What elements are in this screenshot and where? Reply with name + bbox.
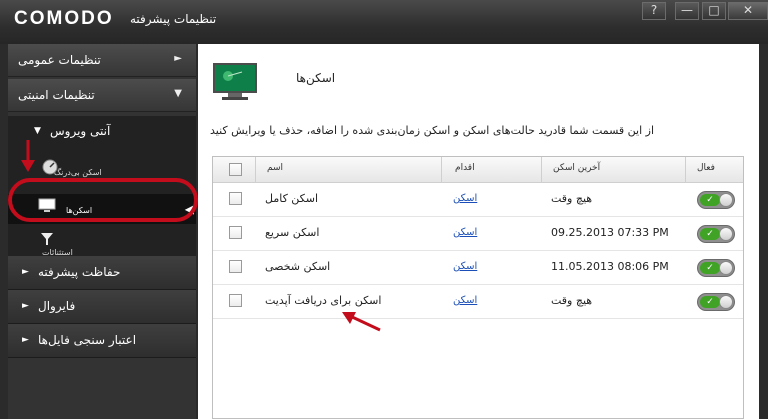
help-button[interactable]: ? [642,2,666,20]
sidebar-item-label: تنظیمات عمومی [18,53,101,67]
scan-name: اسکن شخصی [265,260,331,273]
sidebar-item-label: اسکن بی‌درنگ [54,168,102,177]
chevron-right-icon: ► [22,335,29,345]
page-description: از این قسمت شما قادرید حالت‌های اسکن و ا… [210,124,655,137]
toggle-on-label: ✓ [700,194,720,206]
sidebar-item-exclusions[interactable]: استثنائات [8,230,196,257]
sidebar-item-firewall[interactable]: ► فایروال [8,290,196,324]
table-header: اسم اقدام آخرین اسکن فعال [213,157,743,183]
select-all-checkbox[interactable] [229,163,242,176]
page-title: اسکن‌ها [296,71,336,85]
column-header-name[interactable]: اسم [267,163,283,173]
table-row[interactable]: اسکن برای دریافت آپدیت اسکن هیچ وقت ✓ [213,285,743,319]
toggle-knob [719,295,733,309]
row-checkbox[interactable] [229,192,242,205]
minimize-button[interactable]: — [675,2,699,20]
scan-name: اسکن برای دریافت آپدیت [265,294,382,307]
scans-table: اسم اقدام آخرین اسکن فعال اسکن کامل اسکن… [212,156,744,419]
monitor-icon [213,63,257,100]
chevron-right-icon: ► [22,267,29,277]
column-divider [685,157,686,183]
scan-action-link[interactable]: اسکن [453,261,477,272]
last-scan-time: هیچ وقت [551,192,593,205]
active-toggle[interactable]: ✓ [697,293,735,311]
scan-name: اسکن سریع [265,226,320,239]
last-scan-time: هیچ وقت [551,294,593,307]
toggle-on-label: ✓ [700,262,720,274]
row-checkbox[interactable] [229,294,242,307]
scan-name: اسکن کامل [265,192,319,205]
sidebar-item-file-rating[interactable]: ► اعتبار سنجی فایل‌ها [8,324,196,358]
active-toggle[interactable]: ✓ [697,225,735,243]
scan-action-link[interactable]: اسکن [453,227,477,238]
sidebar-item-label: اعتبار سنجی فایل‌ها [38,333,137,347]
column-header-action[interactable]: اقدام [455,163,475,173]
chevron-down-icon: ▼ [34,126,41,136]
column-divider [541,157,542,183]
toggle-on-label: ✓ [700,296,720,308]
toggle-knob [719,261,733,275]
scan-action-link[interactable]: اسکن [453,295,477,306]
close-button[interactable]: ✕ [728,2,768,20]
sidebar-item-label: فایروال [38,299,76,313]
title-bar: COMODO تنظیمات پیشرفته ? — □ ✕ [0,0,768,44]
last-scan-time: 09.25.2013 07:33 PM [551,226,669,239]
active-toggle[interactable]: ✓ [697,259,735,277]
chevron-right-icon: ► [22,301,29,311]
sidebar-item-label: آنتی ویروس [50,124,111,138]
sidebar-item-label: تنظیمات امنیتی [18,88,95,102]
sidebar-item-general-settings[interactable]: تنظیمات عمومی ► [8,44,196,77]
window-title: تنظیمات پیشرفته [130,12,217,26]
sidebar: تنظیمات عمومی ► تنظیمات امنیتی ▼ ▼ آنتی … [8,44,196,419]
last-scan-time: 11.05.2013 08:06 PM [551,260,669,273]
maximize-button[interactable]: □ [702,2,726,20]
toggle-on-label: ✓ [700,228,720,240]
table-row[interactable]: اسکن شخصی اسکن 11.05.2013 08:06 PM ✓ [213,251,743,285]
table-row[interactable]: اسکن کامل اسکن هیچ وقت ✓ [213,183,743,217]
toggle-knob [719,227,733,241]
row-checkbox[interactable] [229,260,242,273]
column-divider [255,157,256,183]
comodo-logo: COMODO [14,8,114,29]
filter-icon [41,233,53,245]
annotation-arrow-icon [342,312,381,332]
annotation-ellipse [8,178,198,222]
column-header-last-scan[interactable]: آخرین اسکن [553,163,600,173]
column-divider [441,157,442,183]
row-checkbox[interactable] [229,226,242,239]
scan-action-link[interactable]: اسکن [453,193,477,204]
main-panel: اسکن‌ها از این قسمت شما قادرید حالت‌های … [198,44,759,419]
sidebar-item-security-settings[interactable]: تنظیمات امنیتی ▼ [8,79,196,112]
chevron-right-icon: ► [174,53,182,64]
toggle-knob [719,193,733,207]
active-toggle[interactable]: ✓ [697,191,735,209]
annotation-arrow-icon [21,140,35,172]
table-row[interactable]: اسکن سریع اسکن 09.25.2013 07:33 PM ✓ [213,217,743,251]
sidebar-item-label: حفاظت پیشرفته [38,265,121,279]
chevron-down-icon: ▼ [174,88,182,99]
column-header-active[interactable]: فعال [697,163,715,173]
sidebar-item-advanced-protection[interactable]: ► حفاظت پیشرفته [8,256,196,290]
